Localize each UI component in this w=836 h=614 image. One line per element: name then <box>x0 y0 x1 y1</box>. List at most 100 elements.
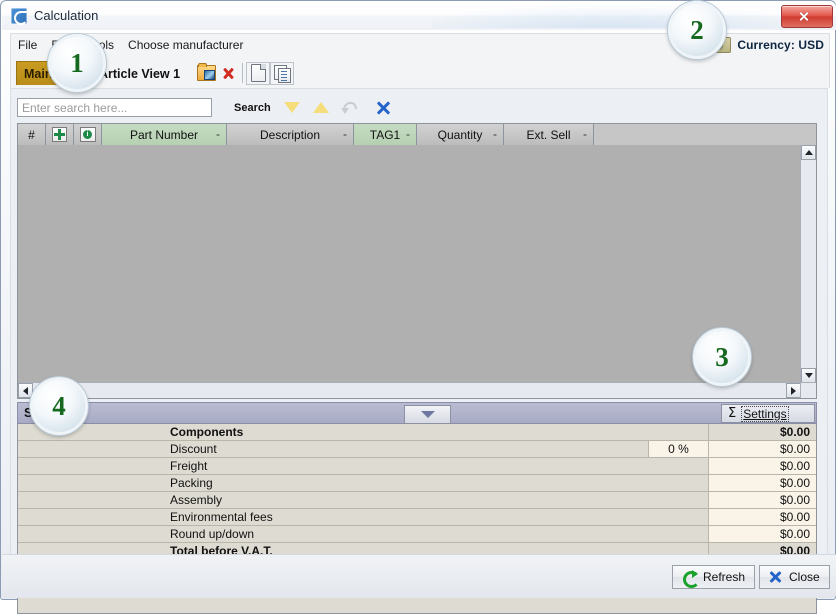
summary-row-percent <box>648 424 708 440</box>
sort-descending-triangle-icon[interactable] <box>283 102 300 113</box>
refresh-icon <box>682 569 700 588</box>
callout-badge-1: 1 <box>48 34 106 92</box>
summary-row-label: Freight <box>18 458 648 474</box>
summary-row-label: Components <box>18 424 648 440</box>
grid-horizontal-scrollbar[interactable] <box>18 382 801 398</box>
summary-row-value: $0.00 <box>708 458 816 474</box>
grid-vertical-scrollbar[interactable] <box>800 145 816 383</box>
sigma-icon: Σ <box>728 406 737 421</box>
scroll-down-button[interactable] <box>801 368 816 383</box>
summary-row-percent <box>648 475 708 491</box>
open-folder-image-icon[interactable] <box>195 63 217 84</box>
callout-badge-2: 2 <box>668 1 726 59</box>
summary-row-label: Assembly <box>18 492 648 508</box>
summary-row-label: Packing <box>18 475 648 491</box>
table-row[interactable]: Discount 0 % $0.00 <box>18 441 816 458</box>
scroll-right-button[interactable] <box>786 383 801 398</box>
summary-row-value: $0.00 <box>708 441 816 457</box>
summary-row-label: Environmental fees <box>18 509 648 525</box>
window-frame: Calculation File Edit Tools Choose manuf… <box>0 0 836 614</box>
summary-row-value: $0.00 <box>708 424 816 440</box>
column-quantity-sort: - <box>493 127 497 141</box>
table-row[interactable]: Components $0.00 <box>18 424 816 441</box>
column-quantity-label: Quantity <box>437 127 483 142</box>
search-bar: Search <box>17 95 817 120</box>
summary-row-value: $0.00 <box>708 492 816 508</box>
grid-header-row: # i Part Number - Description - TAG1 - Q… <box>18 124 816 146</box>
blue-x-icon <box>769 570 783 584</box>
tab-article-view-1[interactable]: Article View 1 <box>99 63 180 85</box>
settings-button[interactable]: Σ Settings <box>721 404 815 423</box>
column-ext-sell-label: Ext. Sell <box>526 127 571 142</box>
chevron-down-icon <box>420 411 435 418</box>
column-description-sort: - <box>343 127 347 141</box>
vertical-scroll-track[interactable] <box>801 160 816 368</box>
summary-row-percent <box>648 492 708 508</box>
table-row[interactable]: Round up/down $0.00 <box>18 526 816 543</box>
column-part-number-label: Part Number <box>129 127 199 142</box>
column-part-number[interactable]: Part Number - <box>102 124 227 145</box>
copy-pages-icon[interactable] <box>270 61 294 85</box>
scroll-up-button[interactable] <box>801 145 816 160</box>
window-close-button[interactable] <box>781 5 833 28</box>
column-tag1-label: TAG1 <box>369 127 401 142</box>
tab-strip: Main Article View 1 <box>10 55 830 88</box>
new-page-icon[interactable] <box>246 61 270 85</box>
column-description[interactable]: Description - <box>227 124 354 145</box>
window-title: Calculation <box>34 8 99 23</box>
calc-app-icon <box>11 8 28 25</box>
column-number[interactable]: # <box>18 124 46 145</box>
plus-icon <box>52 127 67 142</box>
table-row[interactable]: Environmental fees $0.00 <box>18 509 816 526</box>
plus-info-icon: i <box>79 127 96 142</box>
summary-dropdown-button[interactable] <box>404 405 451 424</box>
search-input[interactable] <box>17 98 212 117</box>
currency-label: Currency: USD <box>737 38 824 52</box>
column-tag1[interactable]: TAG1 - <box>354 124 417 145</box>
summary-header-bar: Summary Σ Settings <box>17 402 817 424</box>
column-ext-sell[interactable]: Ext. Sell - <box>504 124 594 145</box>
menu-file[interactable]: File <box>11 34 44 56</box>
summary-row-percent <box>648 509 708 525</box>
summary-row-percent <box>648 458 708 474</box>
summary-row-percent <box>648 526 708 542</box>
summary-row-value: $0.00 <box>708 509 816 525</box>
title-bar-glow <box>432 2 836 28</box>
refresh-button-label: Refresh <box>703 570 746 584</box>
column-tag1-sort: - <box>406 127 410 141</box>
footer-bar: Refresh Close <box>2 554 836 598</box>
column-description-label: Description <box>259 127 321 142</box>
table-row[interactable]: Assembly $0.00 <box>18 492 816 509</box>
delete-red-x-icon[interactable] <box>217 63 239 84</box>
grid-body[interactable] <box>18 145 801 383</box>
column-add[interactable] <box>46 124 74 145</box>
menu-choose-manufacturer[interactable]: Choose manufacturer <box>121 34 250 56</box>
sort-ascending-triangle-icon[interactable] <box>312 102 329 113</box>
column-number-label: # <box>28 127 35 142</box>
content-panel: Search # i <box>10 88 828 614</box>
close-button[interactable]: Close <box>759 565 830 589</box>
search-label: Search <box>234 101 271 114</box>
column-part-number-sort: - <box>216 127 220 141</box>
refresh-button[interactable]: Refresh <box>672 565 756 589</box>
view-toolbar <box>195 61 294 85</box>
callout-badge-4: 4 <box>30 377 88 435</box>
toolbar-separator <box>242 63 243 83</box>
summary-row-label: Discount <box>18 441 648 457</box>
summary-row-percent[interactable]: 0 % <box>648 441 708 457</box>
settings-label: Settings <box>741 405 789 422</box>
column-ext-sell-sort: - <box>583 127 587 141</box>
summary-row-value: $0.00 <box>708 475 816 491</box>
table-row[interactable]: Packing $0.00 <box>18 475 816 492</box>
column-add-info[interactable]: i <box>74 124 102 145</box>
column-quantity[interactable]: Quantity - <box>417 124 504 145</box>
table-row[interactable]: Freight $0.00 <box>18 458 816 475</box>
application-window: Calculation File Edit Tools Choose manuf… <box>0 0 836 614</box>
clear-blue-x-icon[interactable] <box>376 100 392 116</box>
summary-row-label: Round up/down <box>18 526 648 542</box>
summary-row-value: $0.00 <box>708 526 816 542</box>
callout-badge-3: 3 <box>693 328 751 386</box>
scrollbar-corner <box>800 382 816 398</box>
close-button-label: Close <box>789 570 820 584</box>
undo-arrow-icon[interactable] <box>340 101 356 115</box>
